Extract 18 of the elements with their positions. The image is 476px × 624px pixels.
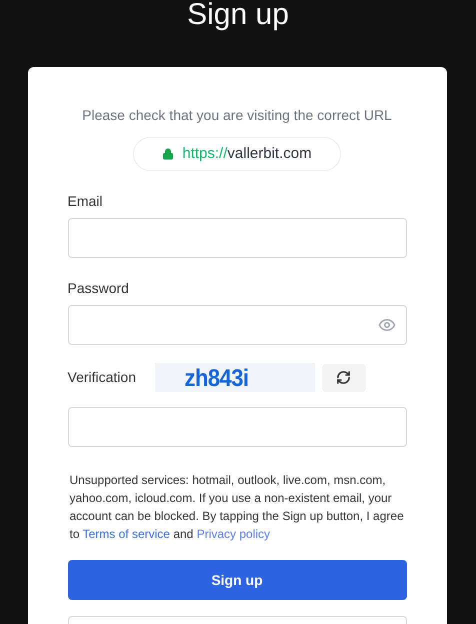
lock-icon	[162, 148, 174, 160]
url-text: https://vallerbit.com	[182, 144, 312, 164]
refresh-icon	[336, 370, 351, 385]
refresh-captcha-button[interactable]	[322, 364, 366, 392]
captcha-image: zh843i	[154, 363, 314, 392]
show-password-icon[interactable]	[378, 316, 396, 334]
email-field[interactable]	[68, 218, 406, 258]
field-label: Password	[68, 279, 130, 298]
verification-field[interactable]	[68, 407, 406, 447]
signup-button[interactable]: Sign up	[68, 560, 406, 600]
password-field[interactable]	[68, 305, 406, 345]
page-title: Sign up	[187, 0, 289, 32]
privacy-link[interactable]: Privacy policy	[196, 527, 270, 541]
field-label: Email	[68, 192, 104, 211]
url-warning: Please check that you are visiting the correct URL	[81, 106, 393, 125]
field-label: Verification	[68, 368, 137, 387]
signup-notice: Unsupported services: hotmail, outlook, live.com, msn.com, yahoo.com, icloud.com. If you use a non-existent email, your account can be blocked. By tapping the Sign up button, I agree to Terms of service and Privacy policy	[68, 472, 405, 543]
terms-link[interactable]: Terms of service	[82, 527, 170, 541]
